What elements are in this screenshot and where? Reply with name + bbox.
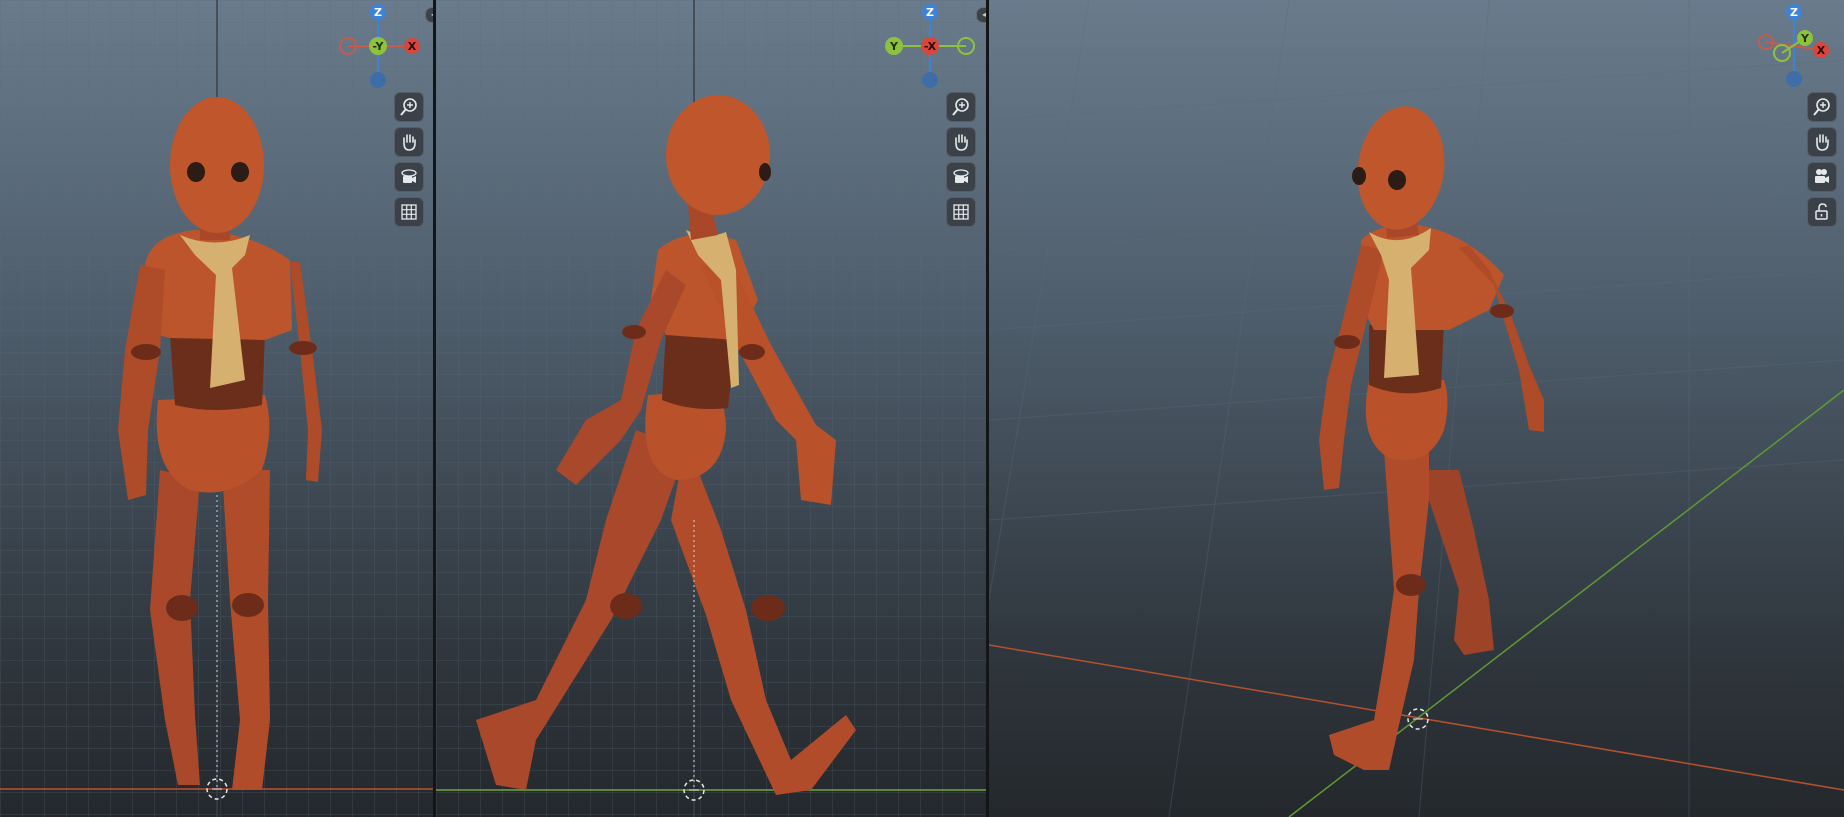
gizmo-x-label: X: [1817, 44, 1826, 57]
gizmo-neg-z-handle: [922, 72, 938, 88]
orbit-camera-icon[interactable]: [946, 162, 976, 192]
front-scene: [0, 0, 433, 817]
grid-icon[interactable]: [946, 197, 976, 227]
side-scene: [436, 0, 986, 817]
pan-hand-icon[interactable]: [946, 127, 976, 157]
camera-icon[interactable]: [1807, 162, 1837, 192]
zoom-icon[interactable]: [946, 92, 976, 122]
gizmo-z-label: Z: [1790, 6, 1798, 19]
gizmo-center-label: -X: [924, 40, 937, 53]
pan-hand-icon[interactable]: [394, 127, 424, 157]
gizmo-neg-z-handle: [1786, 71, 1802, 87]
side-viewport[interactable]: Z Y -X ◂▸: [436, 0, 986, 817]
viewport-toolbar: [946, 92, 976, 232]
gizmo-y-label: Y: [1800, 32, 1810, 45]
front-viewport[interactable]: Z X -Y ◂▸: [0, 0, 433, 817]
zoom-icon[interactable]: [394, 92, 424, 122]
orientation-gizmo[interactable]: Z Y -X: [882, 0, 978, 92]
orientation-gizmo[interactable]: Z Y X: [1746, 0, 1842, 92]
gizmo-x-label: X: [408, 40, 417, 53]
zoom-icon[interactable]: [1807, 92, 1837, 122]
gizmo-z-label: Z: [374, 6, 382, 19]
pan-hand-icon[interactable]: [1807, 127, 1837, 157]
viewport-toolbar: [394, 92, 424, 232]
gizmo-y-label: Y: [889, 40, 899, 53]
lock-icon[interactable]: [1807, 197, 1837, 227]
perspective-viewport[interactable]: Z Y X: [989, 0, 1844, 817]
viewport-toolbar: [1807, 92, 1837, 232]
perspective-scene: [989, 0, 1844, 817]
x-axis-line: [989, 644, 1844, 791]
gizmo-center-label: -Y: [373, 40, 385, 53]
orbit-camera-icon[interactable]: [394, 162, 424, 192]
viewport-expand-button[interactable]: ◂▸: [425, 7, 433, 23]
viewport-expand-button[interactable]: ◂▸: [976, 7, 986, 23]
grid-icon[interactable]: [394, 197, 424, 227]
gizmo-z-label: Z: [926, 6, 934, 19]
orientation-gizmo[interactable]: Z X -Y: [330, 0, 426, 92]
gizmo-neg-z-handle: [370, 72, 386, 88]
